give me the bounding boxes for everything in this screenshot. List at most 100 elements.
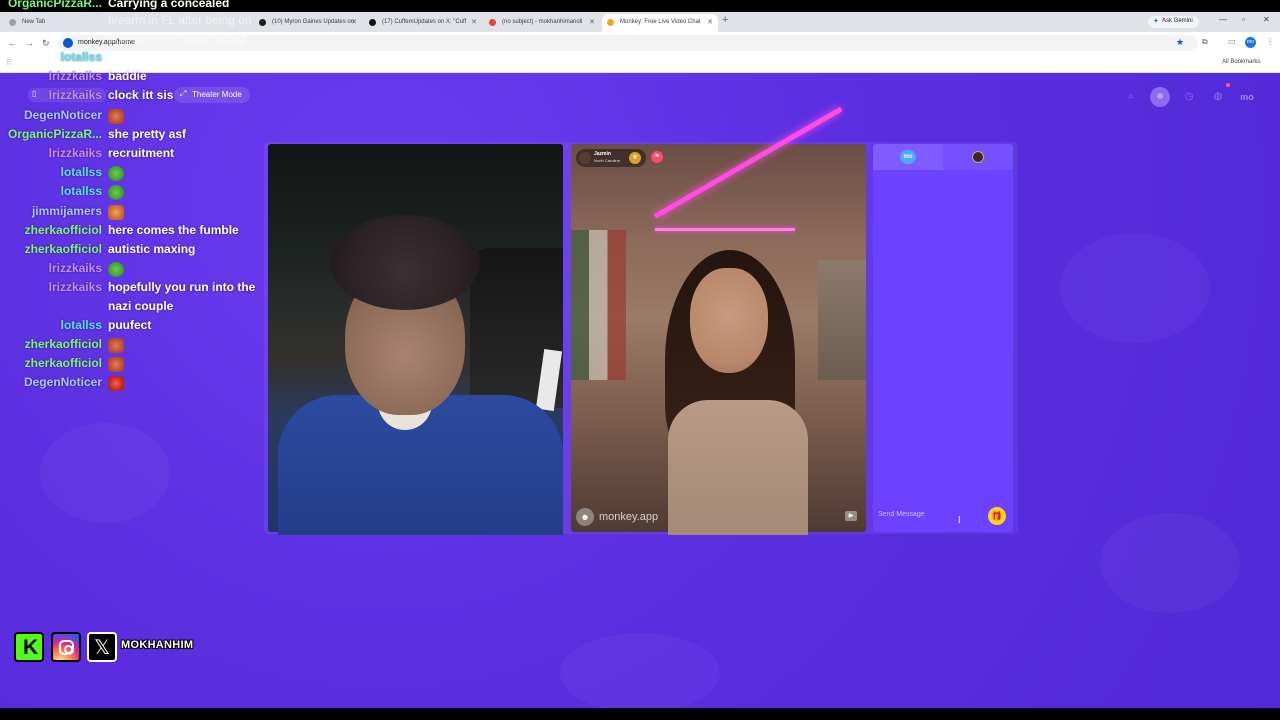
chat-message: lrizzkaiks clock itt sis bbox=[0, 88, 260, 106]
send-message-input[interactable] bbox=[877, 506, 985, 522]
chat-username: lotallss bbox=[60, 318, 102, 332]
chat-username: lrizzkaiks bbox=[48, 146, 102, 160]
close-icon[interactable]: ✕ bbox=[589, 18, 595, 26]
monkey-icon[interactable]: ☻ bbox=[1150, 87, 1170, 107]
chat-message-continued: nazi couple bbox=[0, 299, 260, 317]
chat-username: lrizzkaiks bbox=[48, 69, 102, 83]
emote-icon bbox=[108, 338, 124, 353]
text-cursor-icon: I bbox=[958, 515, 961, 526]
chat-username: zherkaofficiol bbox=[24, 223, 102, 237]
chat-text: autistic maxing bbox=[108, 242, 196, 256]
bottom-bar bbox=[0, 708, 1280, 720]
chat-tab-self[interactable]: mo bbox=[873, 144, 943, 170]
chat-username: DegenNoticer bbox=[23, 375, 102, 389]
screen: New Tab (10) Myron Gaines Updates on ✕ (1… bbox=[0, 0, 1280, 720]
chat-message: lrizzkaiks recruitment bbox=[0, 146, 260, 164]
chat-text: hopefully you run into the bbox=[108, 280, 256, 294]
all-bookmarks[interactable]: All Bookmarks bbox=[1222, 59, 1260, 65]
chat-username: jimmijamers bbox=[31, 204, 102, 218]
neon-light bbox=[655, 228, 795, 231]
chat-text: puufect bbox=[108, 318, 152, 332]
tab-myron-gaines[interactable]: (10) Myron Gaines Updates on ✕ bbox=[254, 14, 362, 32]
search-icon[interactable]: ⌕ bbox=[1121, 87, 1141, 107]
chat-username: lotallss bbox=[60, 184, 102, 198]
x-favicon-icon bbox=[369, 19, 376, 26]
camera-icon[interactable]: ▶ bbox=[845, 511, 857, 521]
profile-button[interactable]: mo bbox=[1237, 87, 1257, 107]
chat-message: zherkaofficiol autistic maxing bbox=[0, 242, 260, 260]
chat-message: lrizzkaiks baddie bbox=[0, 69, 260, 87]
wall-flag bbox=[571, 230, 626, 380]
emote-icon bbox=[108, 205, 124, 220]
chat-tabs: mo bbox=[873, 144, 1013, 170]
tab-cuffem[interactable]: (17) CuffemUpdates on X: "Cuff ✕ bbox=[364, 14, 482, 32]
monkey-logo-icon: ☻ bbox=[576, 508, 594, 526]
chat-username: OrganicPizzaR... bbox=[7, 0, 102, 10]
chat-ghost-line: probation for street racing bbox=[108, 31, 245, 45]
chat-username: zherkaofficiol bbox=[24, 337, 102, 351]
chat-message: lotallss bbox=[0, 184, 260, 202]
chat-message: lrizzkaiks hopefully you run into the bbox=[0, 280, 260, 298]
chat-message: OrganicPizzaR... she pretty asf bbox=[0, 127, 260, 145]
maximize-icon[interactable]: ▫ bbox=[1242, 15, 1245, 24]
kick-letter: K bbox=[23, 636, 39, 659]
chat-text: Carrying a concealed bbox=[108, 0, 230, 10]
gift-icon[interactable]: 🎁 bbox=[988, 507, 1006, 525]
new-tab-button[interactable]: + bbox=[722, 14, 728, 26]
chat-username: lotallss bbox=[60, 165, 102, 179]
chat-text: baddie bbox=[108, 69, 147, 83]
chat-message: lotallss puufect bbox=[0, 318, 260, 336]
bg-decor bbox=[40, 423, 170, 523]
messages-icon[interactable]: ◍ bbox=[1208, 87, 1228, 107]
cast-icon[interactable]: ▭ bbox=[1228, 37, 1236, 46]
chat-message: zherkaofficiol here comes the fumble bbox=[0, 223, 260, 241]
report-icon[interactable]: ⚑ bbox=[651, 151, 663, 163]
watermark-text: monkey.app bbox=[599, 511, 659, 523]
chat-message: lotallss bbox=[0, 50, 260, 68]
instagram-glyph bbox=[59, 640, 74, 655]
tab-monkey[interactable]: Monkey: Free Live Video Chat ✕ bbox=[602, 14, 718, 32]
chat-message: lotallss bbox=[0, 165, 260, 183]
window-close-icon[interactable]: ✕ bbox=[1263, 15, 1270, 24]
monkey-favicon-icon bbox=[607, 19, 614, 26]
chat-tab-remote[interactable] bbox=[943, 144, 1013, 170]
emote-icon bbox=[108, 376, 124, 391]
x-favicon-icon bbox=[259, 19, 266, 26]
chat-message: DegenNoticer bbox=[0, 375, 260, 393]
chat-ghost-line: firearm in FL after being on bbox=[108, 13, 252, 27]
extension-icon[interactable]: ⧉ bbox=[1202, 37, 1208, 47]
close-icon[interactable]: ✕ bbox=[471, 18, 477, 26]
remote-avatar bbox=[579, 152, 591, 164]
bg-decor bbox=[1100, 513, 1240, 613]
gmail-icon bbox=[489, 19, 496, 26]
chat-message: zherkaofficiol bbox=[0, 356, 260, 374]
x-letter: 𝕏 bbox=[94, 637, 111, 659]
bookmark-star-icon[interactable]: ★ bbox=[1176, 37, 1184, 48]
chat-username: zherkaofficiol bbox=[24, 242, 102, 256]
remote-user-location: North Carolina bbox=[594, 158, 620, 163]
remote-user-badge[interactable]: Jazmin North Carolina ♥ bbox=[576, 149, 646, 167]
remote-person-head bbox=[690, 268, 768, 373]
chat-username: lrizzkaiks bbox=[48, 280, 102, 294]
self-avatar: mo bbox=[900, 150, 916, 164]
emote-icon bbox=[108, 262, 124, 277]
chat-username: lrizzkaiks bbox=[48, 88, 102, 102]
menu-icon[interactable]: ⋮ bbox=[1266, 37, 1274, 46]
chat-message: DegenNoticer bbox=[0, 108, 260, 126]
close-icon[interactable]: ✕ bbox=[351, 18, 357, 26]
bg-decor bbox=[1060, 233, 1210, 343]
chat-username: OrganicPizzaR... bbox=[7, 127, 102, 141]
close-icon[interactable]: ✕ bbox=[707, 18, 713, 26]
history-icon[interactable]: ◷ bbox=[1179, 87, 1199, 107]
remote-user-name: Jazmin bbox=[594, 151, 611, 157]
tab-gmail[interactable]: (no subject) - mokhanhimanoli ✕ bbox=[484, 14, 600, 32]
x-icon: 𝕏 bbox=[87, 632, 117, 662]
heart-icon[interactable]: ♥ bbox=[629, 152, 641, 164]
chat-username: zherkaofficiol bbox=[24, 356, 102, 370]
minimize-icon[interactable]: — bbox=[1219, 15, 1227, 24]
profile-avatar[interactable]: mo bbox=[1245, 37, 1256, 48]
social-handle: MOKHANHIM bbox=[121, 639, 194, 651]
notification-dot bbox=[1226, 83, 1230, 87]
ask-gemini-button[interactable]: Ask Gemini bbox=[1148, 16, 1199, 28]
chat-message: lrizzkaiks bbox=[0, 261, 260, 279]
